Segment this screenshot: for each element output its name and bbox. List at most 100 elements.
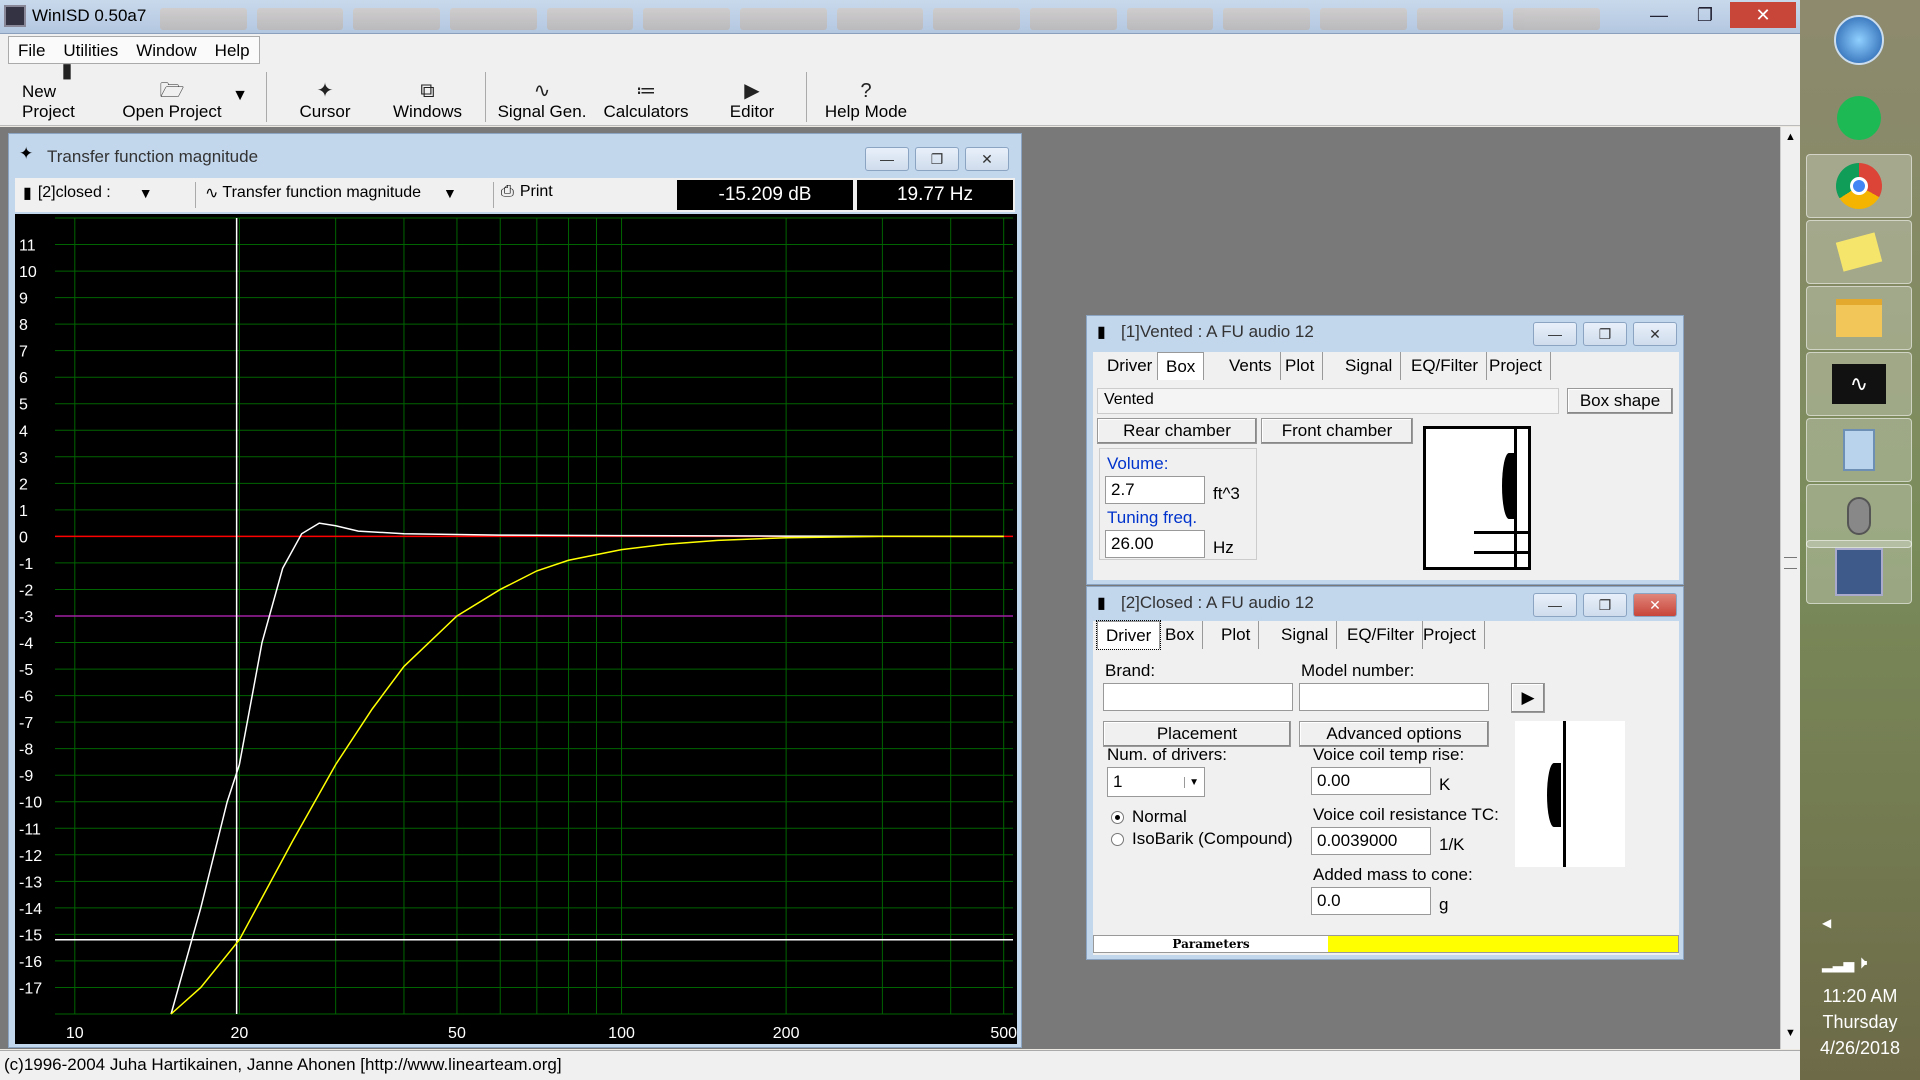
printer-icon: ⎙ (501, 183, 514, 200)
menu-file[interactable]: File (9, 37, 54, 63)
help-mode-button[interactable]: ? Help Mode (820, 70, 912, 122)
vented-window: ▮ [1]Vented : A FU audio 12 — ❐ ✕ Driver… (1086, 315, 1684, 585)
sine-wave-icon: ∿ (533, 80, 551, 102)
calculator-button[interactable] (1806, 418, 1912, 482)
new-project-button[interactable]: ▮ New Project (22, 60, 112, 122)
mouse-button[interactable] (1806, 484, 1912, 548)
front-chamber-button[interactable]: Front chamber (1261, 418, 1413, 444)
graph-minimize-button[interactable]: — (865, 147, 909, 171)
tab-driver[interactable]: Driver (1099, 352, 1162, 380)
graph-close-button[interactable]: ✕ (965, 147, 1009, 171)
calculators-button[interactable]: ≔ Calculators (596, 70, 696, 122)
calculator-icon (1843, 429, 1875, 471)
print-button[interactable]: ⎙ Print (501, 183, 553, 201)
tab-vents[interactable]: Vents (1221, 352, 1281, 380)
cursor-button[interactable]: ✦ Cursor (290, 70, 360, 122)
y-tick-label: -4 (19, 636, 33, 653)
model-input[interactable] (1299, 683, 1489, 711)
app-title: WinISD 0.50a7 (32, 6, 147, 25)
audio-app-button[interactable]: ∿ (1806, 352, 1912, 416)
clock-date[interactable]: 4/26/2018 (1800, 1038, 1920, 1059)
vc-tc-input[interactable]: 0.0039000 (1311, 827, 1431, 855)
menu-help[interactable]: Help (206, 37, 259, 63)
y-tick-label: -2 (19, 582, 33, 599)
tuning-input[interactable]: 26.00 (1105, 530, 1205, 558)
volume-icon[interactable]: 🕨 (1856, 952, 1867, 973)
rear-chamber-button[interactable]: Rear chamber (1097, 418, 1257, 444)
readout-db: -15.209 dB (677, 180, 853, 210)
project-select[interactable]: ▮ [2]closed : ▼ (23, 183, 153, 203)
vc-tc-label: Voice coil resistance TC: (1313, 805, 1499, 824)
show-hidden-icons[interactable]: ◀ (1822, 916, 1831, 930)
y-tick-label: -7 (19, 715, 33, 732)
signal-gen-button[interactable]: ∿ Signal Gen. (497, 70, 587, 122)
y-tick-label: -1 (19, 556, 33, 573)
graph-restore-button[interactable]: ❐ (915, 147, 959, 171)
tab-project[interactable]: Project (1415, 621, 1485, 649)
plot-type-select[interactable]: ∿ Transfer function magnitude ▼ (205, 183, 457, 203)
restore-button[interactable]: ❐ (1682, 2, 1728, 28)
volume-unit: ft^3 (1213, 484, 1240, 503)
start-button[interactable] (1806, 8, 1912, 72)
vented-close-button[interactable]: ✕ (1633, 322, 1677, 346)
scroll-thumb[interactable] (1784, 557, 1797, 569)
status-bar: (c)1996-2004 Juha Hartikainen, Janne Aho… (0, 1050, 1800, 1080)
tab-box[interactable]: Box (1157, 621, 1204, 649)
tab-eq-filter[interactable]: EQ/Filter (1339, 621, 1424, 649)
box-shape-button[interactable]: Box shape (1567, 388, 1673, 414)
normal-radio[interactable]: Normal (1111, 807, 1187, 827)
explorer-button[interactable] (1806, 286, 1912, 350)
volume-input[interactable]: 2.7 (1105, 476, 1205, 504)
y-tick-label: -14 (19, 901, 42, 918)
x-tick-label: 200 (773, 1025, 800, 1042)
close-button[interactable]: ✕ (1730, 2, 1796, 28)
tab-plot[interactable]: Plot (1213, 621, 1260, 649)
minimize-button[interactable]: — (1636, 2, 1682, 28)
tab-plot[interactable]: Plot (1277, 352, 1324, 380)
app-title-bar: WinISD 0.50a7 — ❐ ✕ (0, 0, 1800, 34)
tab-signal[interactable]: Signal (1337, 352, 1402, 380)
open-project-button[interactable]: 🗁 Open Project (122, 70, 222, 122)
windows-button[interactable]: ⧉ Windows (385, 70, 470, 122)
brand-label: Brand: (1105, 661, 1156, 680)
cursor-label: Cursor (299, 102, 351, 121)
menu-window[interactable]: Window (127, 37, 205, 63)
vented-minimize-button[interactable]: — (1533, 322, 1577, 346)
chrome-button[interactable] (1806, 154, 1912, 218)
y-tick-label: 8 (19, 317, 28, 334)
winisd-button[interactable] (1806, 540, 1912, 604)
placement-button[interactable]: Placement (1103, 721, 1291, 747)
driver-editor-button[interactable]: ▶ (1511, 683, 1545, 713)
tab-eq-filter[interactable]: EQ/Filter (1403, 352, 1488, 380)
advanced-options-button[interactable]: Advanced options (1299, 721, 1489, 747)
scroll-up-icon[interactable]: ▲ (1785, 131, 1796, 143)
menu-bar: File Utilities Window Help (0, 34, 1800, 66)
closed-restore-button[interactable]: ❐ (1583, 593, 1627, 617)
tab-box[interactable]: Box (1157, 352, 1205, 380)
tab-signal[interactable]: Signal (1273, 621, 1338, 649)
editor-button[interactable]: ▶ Editor (720, 70, 784, 122)
signal-icon[interactable]: ▂▃▅ (1822, 956, 1854, 973)
isobarik-radio[interactable]: IsoBarik (Compound) (1111, 829, 1293, 849)
num-drivers-select[interactable]: 1 ▼ (1107, 767, 1205, 797)
closed-minimize-button[interactable]: — (1533, 593, 1577, 617)
speaker-icon: ▮ (23, 185, 32, 202)
y-tick-label: 5 (19, 397, 28, 414)
spotify-button[interactable] (1806, 86, 1912, 150)
closed-close-button[interactable]: ✕ (1633, 593, 1677, 617)
brand-input[interactable] (1103, 683, 1293, 711)
workspace-scrollbar[interactable]: ▲ ▼ (1780, 127, 1800, 1049)
tab-driver[interactable]: Driver (1095, 620, 1162, 650)
clock-day[interactable]: Thursday (1800, 1012, 1920, 1033)
tab-project[interactable]: Project (1481, 352, 1551, 380)
transfer-function-chart[interactable]: 11109876543210-1-2-3-4-5-6-7-8-9-10-11-1… (15, 214, 1017, 1044)
scroll-down-icon[interactable]: ▼ (1785, 1027, 1796, 1039)
clock-time[interactable]: 11:20 AM (1800, 986, 1920, 1007)
plot-area[interactable]: 11 10 9 8 7 6 5 4 3 2 1 0 -1 -2 -3 -4 -5 -6 -7 -8 -9 -10 -11 -1… (15, 214, 1017, 1044)
open-project-dropdown[interactable]: ▼ (226, 70, 254, 122)
notes-button[interactable] (1806, 220, 1912, 284)
box-type-field: Vented (1097, 388, 1559, 414)
vc-temp-input[interactable]: 0.00 (1311, 767, 1431, 795)
vented-restore-button[interactable]: ❐ (1583, 322, 1627, 346)
added-mass-input[interactable]: 0.0 (1311, 887, 1431, 915)
